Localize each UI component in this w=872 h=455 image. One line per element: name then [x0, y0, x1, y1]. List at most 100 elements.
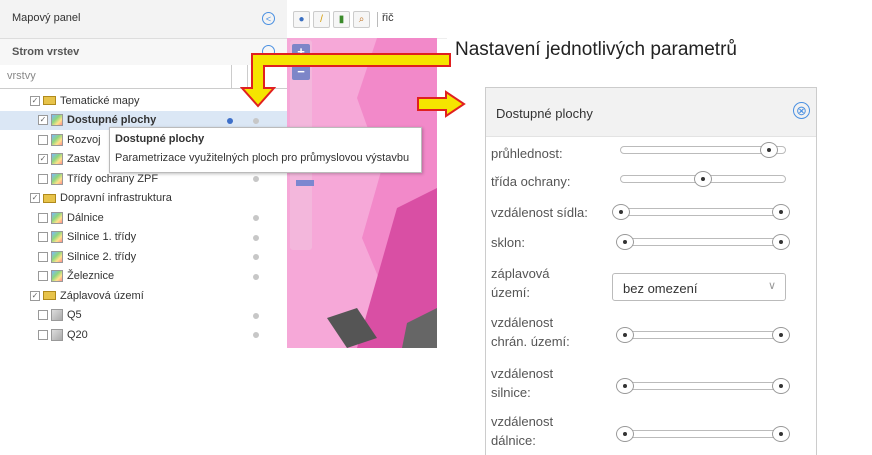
- slider-handle[interactable]: [616, 327, 634, 343]
- info-icon[interactable]: ●: [293, 11, 310, 28]
- layer-checkbox[interactable]: [38, 310, 48, 320]
- tree-item-label: Tematické mapy: [60, 94, 140, 107]
- range-slider-track[interactable]: [620, 382, 786, 390]
- map-toolbar: ● / ▮ ⌕ řič: [287, 0, 447, 39]
- close-icon[interactable]: ⊗: [793, 102, 810, 119]
- slider-handle[interactable]: [772, 234, 790, 250]
- layer-checkbox[interactable]: ✓: [30, 193, 40, 203]
- layer-settings-icon[interactable]: [253, 176, 259, 182]
- tree-row-content: Q20: [38, 327, 88, 342]
- parameter-panel-header: Dostupné plochy ⊗: [486, 88, 816, 137]
- tree-item-label: Záplavová území: [60, 289, 144, 302]
- parameter-label: záplavová: [491, 266, 550, 281]
- layer-settings-icon[interactable]: [253, 312, 259, 319]
- layer-checkbox[interactable]: [38, 173, 48, 184]
- tooltip-title: Dostupné plochy: [115, 133, 205, 145]
- parameter-label: vzdálenost: [491, 414, 554, 429]
- layer-checkbox[interactable]: [38, 251, 48, 262]
- tree-row-content: Silnice 2. třídy: [38, 249, 136, 264]
- slider-handle[interactable]: [772, 204, 790, 220]
- measure-icon[interactable]: /: [313, 11, 330, 28]
- parameter-label: vzdálenost: [491, 315, 554, 330]
- layer-tree-title: Strom vrstev: [12, 46, 80, 58]
- tree-layer[interactable]: Dálnice: [0, 208, 287, 227]
- layer-checkbox[interactable]: [38, 232, 48, 242]
- layer-checkbox[interactable]: ✓: [38, 154, 48, 164]
- layer-icon: [51, 114, 63, 126]
- tree-layer[interactable]: Silnice 2. třídy: [0, 247, 287, 266]
- slider-handle[interactable]: [772, 378, 790, 394]
- tree-group[interactable]: ✓ Záplavová území: [0, 286, 287, 305]
- slider-handle[interactable]: [616, 426, 634, 442]
- layer-settings-icon[interactable]: [253, 215, 259, 221]
- layer-icon: [51, 231, 63, 243]
- tree-item-label: Silnice 2. třídy: [67, 250, 137, 263]
- layer-settings-icon[interactable]: [253, 332, 259, 338]
- tree-row-content: Q5: [38, 308, 82, 323]
- tree-group[interactable]: ✓ Dopravní infrastruktura: [0, 189, 287, 208]
- layer-icon: [51, 270, 63, 282]
- column-divider: [231, 65, 232, 88]
- slider-handle[interactable]: [616, 234, 634, 250]
- tree-row-content: Třídy ochrany ZPF: [38, 171, 158, 186]
- layer-checkbox[interactable]: ✓: [38, 115, 48, 125]
- parameter-label: chrán. území:: [491, 334, 570, 349]
- callout-arrow-right: [417, 90, 466, 118]
- tree-item-label: Silnice 1. třídy: [67, 231, 137, 243]
- tree-item-label: Zastav: [67, 153, 101, 165]
- select-value: bez omezení: [623, 281, 698, 296]
- tree-layer[interactable]: Q5: [0, 306, 287, 325]
- slider-handle[interactable]: [772, 426, 790, 442]
- tooltip-text: Parametrizace využitelných ploch pro prů…: [115, 152, 410, 164]
- parameter-label: vzdálenost: [491, 366, 554, 381]
- layer-checkbox[interactable]: [38, 134, 48, 145]
- slider-handle[interactable]: [760, 142, 779, 158]
- zoom-slider-handle[interactable]: [296, 180, 314, 186]
- layer-checkbox[interactable]: [38, 329, 48, 340]
- range-slider-track[interactable]: [620, 430, 786, 438]
- parameter-label: třída ochrany:: [491, 174, 571, 189]
- tree-item-label: Železnice: [67, 270, 115, 282]
- tree-row-content: Dálnice: [38, 210, 104, 225]
- collapse-panel-icon[interactable]: <: [262, 12, 275, 25]
- tree-item-label: Třídy ochrany ZPF: [67, 172, 159, 185]
- slider-handle[interactable]: [694, 171, 712, 187]
- layers-icon[interactable]: ▮: [333, 11, 350, 28]
- parameter-label: sklon:: [491, 235, 525, 250]
- range-slider-track[interactable]: [620, 238, 786, 246]
- tree-item-label: Q20: [67, 328, 88, 341]
- slider-handle[interactable]: [616, 378, 634, 394]
- tree-item-label: Dostupné plochy: [67, 114, 157, 126]
- layer-checkbox[interactable]: [38, 212, 48, 223]
- tree-row-content: Rozvoj: [38, 132, 101, 147]
- tree-layer[interactable]: Q20: [0, 325, 287, 344]
- parameter-label: silnice:: [491, 385, 531, 400]
- panel-title: Mapový panel: [12, 12, 81, 24]
- range-slider-track[interactable]: [620, 331, 786, 339]
- slider-handle[interactable]: [612, 204, 630, 220]
- layer-icon: [51, 172, 63, 185]
- tree-item-label: Dálnice: [67, 211, 104, 224]
- layer-checkbox[interactable]: ✓: [30, 95, 40, 106]
- folder-icon: [43, 96, 56, 105]
- layer-settings-icon[interactable]: [253, 273, 259, 280]
- panel-header: Mapový panel <: [0, 0, 287, 39]
- slider-handle[interactable]: [772, 327, 790, 343]
- tree-layer[interactable]: Železnice: [0, 267, 287, 286]
- range-slider-track[interactable]: [616, 208, 786, 216]
- tree-item-label: Q5: [67, 309, 82, 321]
- tree-row-content: ✓ Tematické mapy: [30, 93, 139, 108]
- layer-checkbox[interactable]: [38, 271, 48, 281]
- parameter-label: průhlednost:: [491, 146, 563, 161]
- layer-icon: [51, 328, 63, 341]
- layer-checkbox[interactable]: ✓: [30, 290, 40, 301]
- folder-icon: [43, 291, 56, 300]
- tree-layer[interactable]: Silnice 1. třídy: [0, 228, 287, 247]
- layer-settings-icon[interactable]: [253, 254, 259, 260]
- parameter-label: vzdálenost sídla:: [491, 205, 588, 220]
- annotation-text: Nastavení jednotlivých parametrů: [455, 39, 737, 60]
- layer-settings-icon[interactable]: [253, 234, 259, 241]
- flood-zone-select[interactable]: bez omezení ∨: [612, 273, 786, 301]
- search-icon[interactable]: ⌕: [353, 11, 370, 28]
- chevron-down-icon: ∨: [767, 280, 776, 292]
